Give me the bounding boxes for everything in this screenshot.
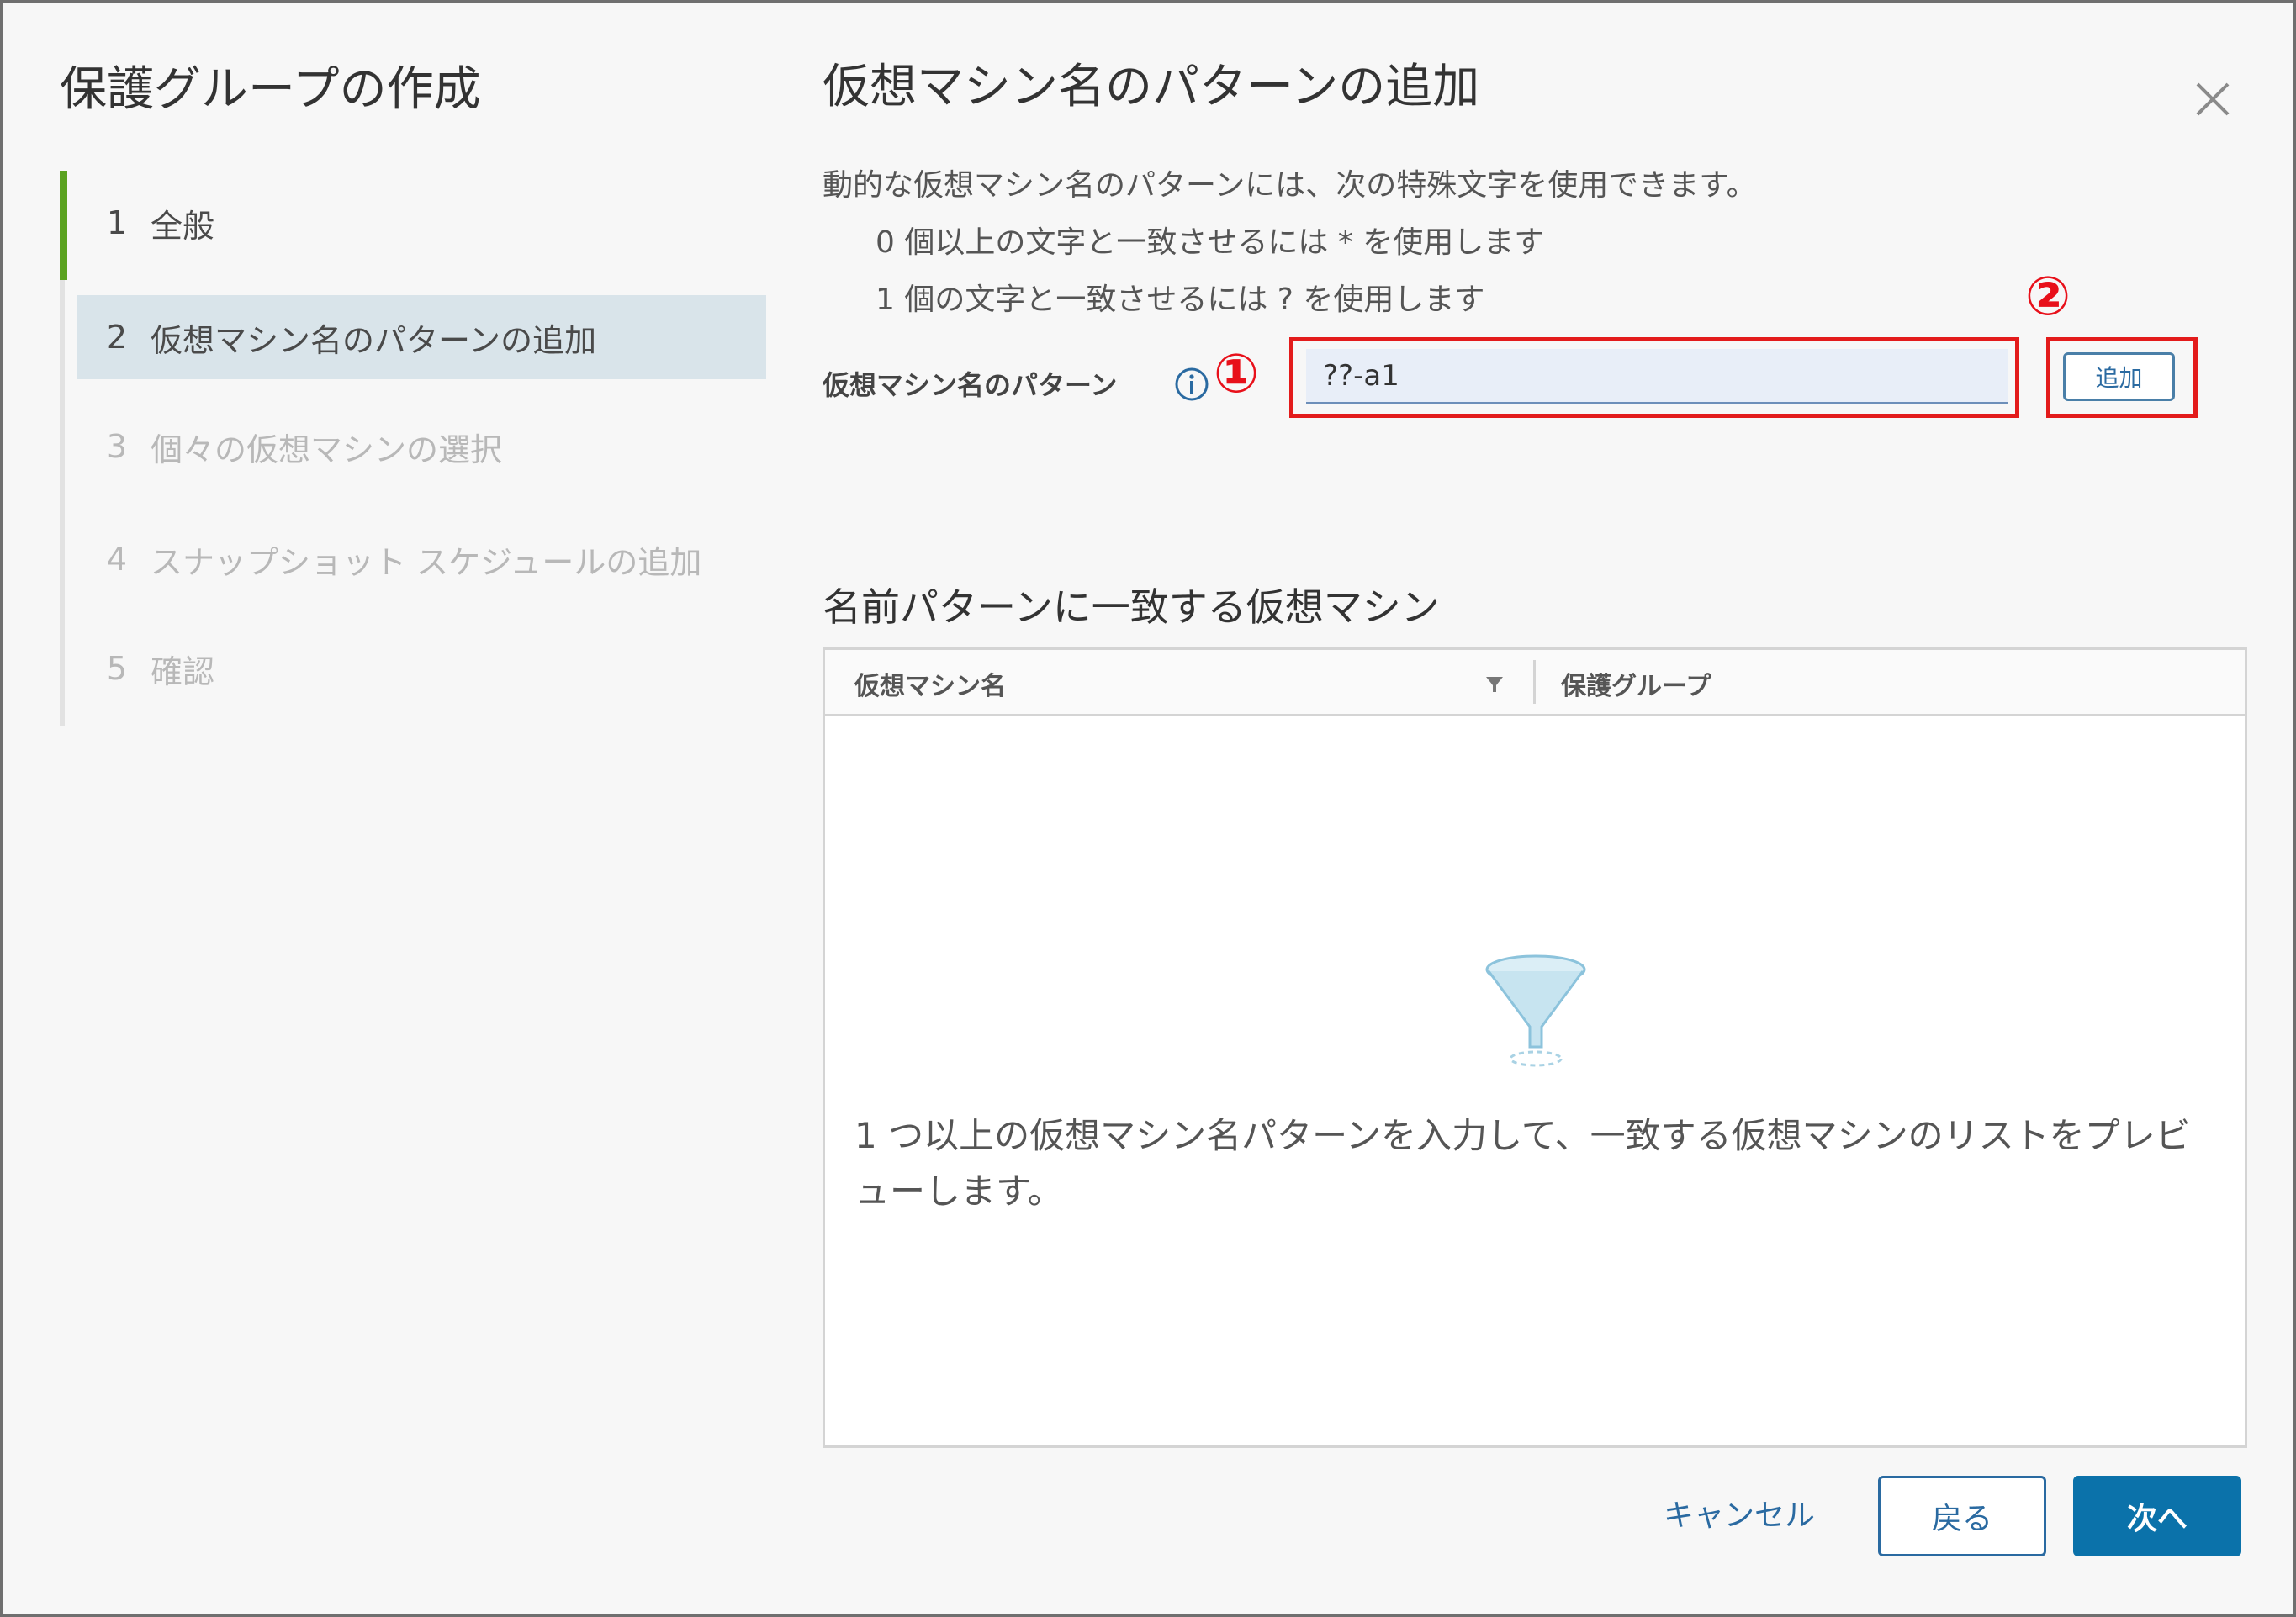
step-label: 個々の仮想マシンの選択 <box>151 431 503 468</box>
annotation-badge-2: ② <box>2025 266 2071 328</box>
matching-vms-title: 名前パターンに一致する仮想マシン <box>823 584 1440 630</box>
rule-question: 1 個の文字と一致させるには ? を使用します <box>876 283 1485 317</box>
step-label: スナップショット スケジュールの追加 <box>151 543 702 581</box>
close-icon <box>2196 82 2230 116</box>
step-label: 全般 <box>151 207 215 245</box>
back-button[interactable]: 戻る <box>1878 1476 2046 1556</box>
matching-vms-grid: 仮想マシン名 保護グループ 1 つ以上の仮想マシン名パターンを入力して、一致する… <box>823 647 2247 1448</box>
page-title: 仮想マシン名のパターンの追加 <box>823 60 1480 114</box>
column-separator <box>1533 660 1536 704</box>
step-general[interactable]: 1 全般 <box>77 181 766 265</box>
column-filter-button[interactable] <box>1481 670 1508 697</box>
pattern-description: 動的な仮想マシン名のパターンには、次の特殊文字を使用できます。 <box>823 168 1757 203</box>
pattern-field-label: 仮想マシン名のパターン <box>823 369 1118 401</box>
add-pattern-button[interactable]: 追加 <box>2063 352 2175 401</box>
grid-header: 仮想マシン名 保護グループ <box>825 650 2245 716</box>
step-number: 3 <box>106 428 127 465</box>
step-number: 2 <box>106 319 127 356</box>
filter-icon <box>1486 677 1503 692</box>
cancel-button[interactable]: キャンセル <box>1664 1491 1815 1535</box>
step-number: 5 <box>106 650 127 687</box>
empty-funnel-icon <box>1485 954 1586 1067</box>
rule-asterisk: 0 個以上の文字と一致させるには * を使用します <box>876 225 1545 260</box>
empty-state-message: 1 つ以上の仮想マシン名パターンを入力して、一致する仮想マシンのリストをプレビュ… <box>854 1115 2191 1212</box>
info-button[interactable] <box>1173 366 1210 403</box>
step-label: 仮想マシン名のパターンの追加 <box>151 321 597 359</box>
step-number: 4 <box>106 541 127 578</box>
column-protection-group[interactable]: 保護グループ <box>1561 665 1711 702</box>
step-add-name-pattern[interactable]: 2 仮想マシン名のパターンの追加 <box>77 295 766 379</box>
step-select-vms: 3 個々の仮想マシンの選択 <box>77 404 766 489</box>
wizard-title: 保護グループの作成 <box>60 62 481 117</box>
info-icon <box>1175 367 1209 401</box>
name-pattern-input[interactable] <box>1306 349 2008 404</box>
step-snapshot-schedule: 4 スナップショット スケジュールの追加 <box>77 517 766 601</box>
step-number: 1 <box>106 204 127 241</box>
next-button[interactable]: 次へ <box>2073 1476 2241 1556</box>
active-step-indicator <box>60 171 67 280</box>
annotation-badge-1: ① <box>1214 343 1260 405</box>
step-confirm: 5 確認 <box>77 626 766 711</box>
dialog: 保護グループの作成 1 全般 2 仮想マシン名のパターンの追加 3 個々の仮想マ… <box>0 0 2296 1617</box>
step-label: 確認 <box>151 653 215 690</box>
close-button[interactable] <box>2188 74 2238 124</box>
column-vm-name[interactable]: 仮想マシン名 <box>854 665 1006 702</box>
